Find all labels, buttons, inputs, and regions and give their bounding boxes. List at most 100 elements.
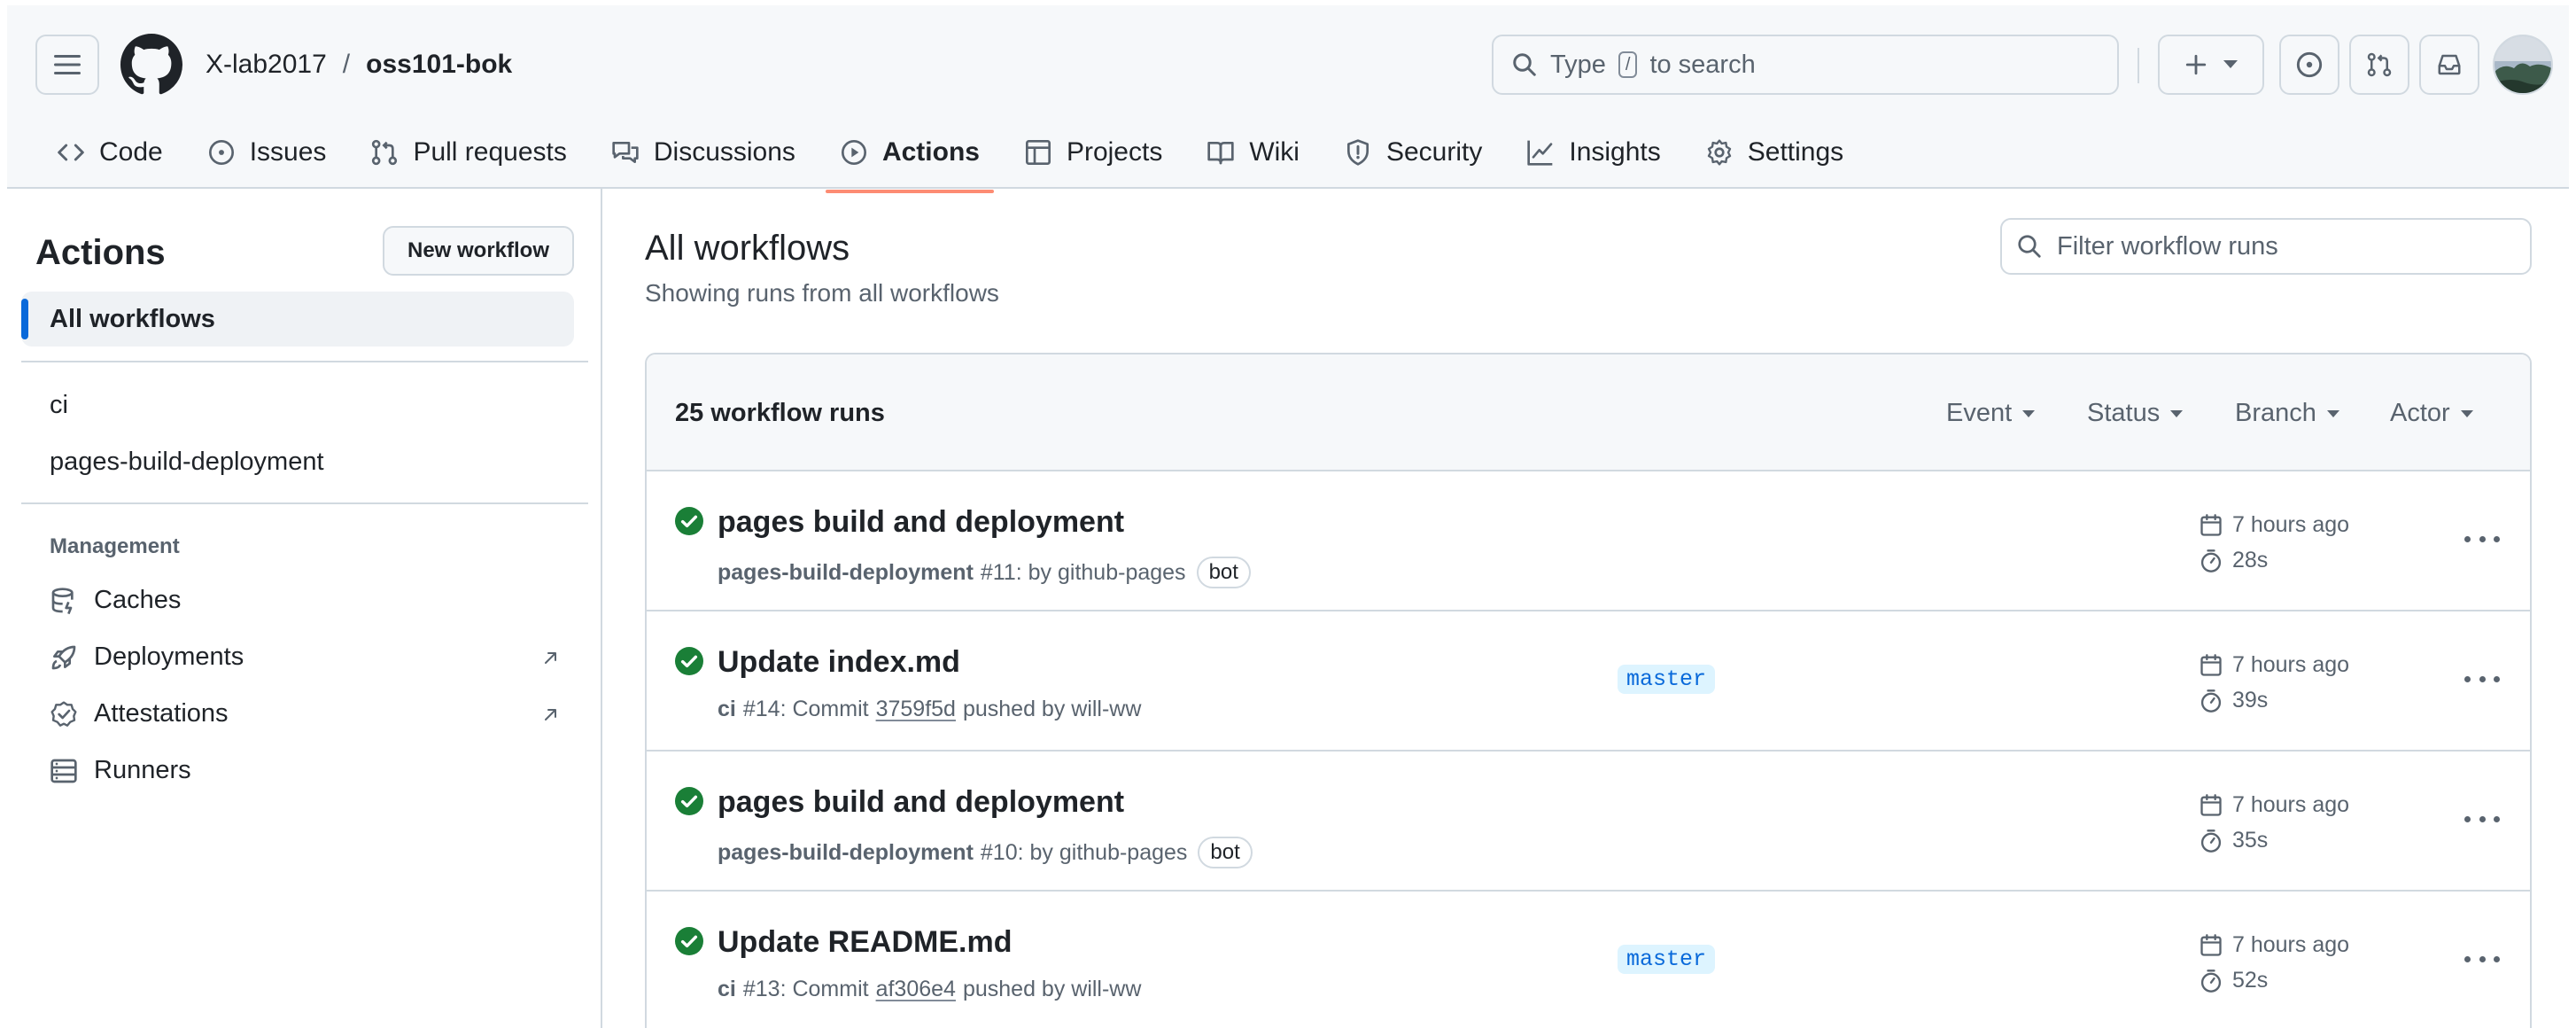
triangle-down-icon	[2022, 409, 2036, 417]
filter-workflow-runs-input[interactable]: Filter workflow runs	[2000, 218, 2532, 275]
sidebar-item-attestations[interactable]: Attestations	[50, 699, 560, 728]
tab-projects[interactable]: Projects	[1010, 129, 1176, 175]
arrow-up-right-icon	[545, 651, 556, 664]
tab-insights-label: Insights	[1569, 137, 1661, 167]
deployments-label: Deployments	[94, 642, 244, 671]
branch-label[interactable]: master	[1618, 665, 1716, 694]
tab-insights[interactable]: Insights	[1512, 129, 1674, 175]
sidebar-divider	[21, 361, 588, 362]
run-detail: #14: Commit	[742, 697, 869, 721]
repo-link[interactable]: oss101-bok	[366, 50, 512, 80]
event-filter-label: Event	[1946, 399, 2013, 427]
runners-label: Runners	[94, 756, 191, 784]
table-row[interactable]: Update README.md ci #13: Commit af306e4 …	[647, 892, 2530, 1028]
run-title[interactable]: pages build and deployment	[718, 785, 1124, 820]
sidebar-item-pages-build-deployment[interactable]: pages-build-deployment	[50, 448, 324, 477]
tab-discussions[interactable]: Discussions	[597, 129, 810, 175]
table-row[interactable]: Update index.md ci #14: Commit 3759f5d p…	[647, 611, 2530, 752]
actions-sidebar: Actions New workflow All workflows ci pa…	[7, 189, 602, 1028]
arrow-up-right-icon	[545, 708, 556, 720]
tab-pull-requests-label: Pull requests	[413, 137, 567, 167]
stopwatch-icon	[2200, 549, 2222, 572]
sidebar-item-all-workflows[interactable]: All workflows	[21, 292, 574, 347]
table-row[interactable]: pages build and deployment pages-build-d…	[647, 471, 2530, 611]
issues-button[interactable]	[2279, 35, 2339, 95]
actor-filter-dropdown[interactable]: Actor	[2390, 399, 2473, 428]
repo-tabs: Code Issues Pull requests Discussions Ac…	[43, 129, 1874, 193]
book-icon	[1207, 142, 1234, 165]
run-meta: ci #14: Commit 3759f5d pushed by will-ww	[718, 697, 1141, 722]
run-duration-value: 35s	[2232, 828, 2269, 853]
menu-button[interactable]	[35, 35, 99, 95]
calendar-icon	[2200, 653, 2222, 676]
tab-code[interactable]: Code	[43, 129, 177, 175]
run-title[interactable]: pages build and deployment	[718, 505, 1124, 540]
branch-label[interactable]: master	[1618, 945, 1716, 974]
search-shortcut-key: /	[1618, 51, 1638, 78]
triangle-down-icon	[2223, 60, 2238, 68]
calendar-icon	[2200, 513, 2222, 536]
create-new-button[interactable]	[2158, 35, 2264, 95]
bot-badge: bot	[1196, 557, 1251, 588]
header-divider	[2138, 48, 2139, 83]
owner-link[interactable]: X-lab2017	[206, 50, 327, 80]
run-time-ago: 7 hours ago	[2232, 652, 2350, 677]
tab-code-label: Code	[99, 137, 163, 167]
run-duration: 28s	[2199, 548, 2268, 573]
triangle-down-icon	[2460, 409, 2473, 417]
workflow-runs-list: 25 workflow runs Event Status Branch Act…	[645, 353, 2532, 1028]
search-input[interactable]: Type / to search	[1492, 35, 2119, 95]
tab-actions[interactable]: Actions	[825, 129, 994, 193]
inbox-button[interactable]	[2419, 35, 2479, 95]
pull-requests-button[interactable]	[2349, 35, 2409, 95]
tab-wiki[interactable]: Wiki	[1192, 129, 1314, 175]
kebab-horizontal-icon[interactable]	[2464, 948, 2500, 970]
table-row[interactable]: pages build and deployment pages-build-d…	[647, 752, 2530, 892]
filter-placeholder: Filter workflow runs	[2057, 231, 2278, 261]
run-pusher: pushed by will-ww	[962, 977, 1142, 1001]
verified-icon	[50, 700, 77, 727]
avatar[interactable]	[2493, 35, 2553, 95]
run-title[interactable]: Update index.md	[718, 645, 960, 680]
sidebar-item-runners[interactable]: Runners	[50, 756, 560, 785]
tab-issues-label: Issues	[249, 137, 327, 167]
calendar-icon	[2200, 933, 2222, 956]
run-time: 7 hours ago	[2199, 932, 2349, 958]
status-filter-dropdown[interactable]: Status	[2087, 399, 2184, 428]
kebab-horizontal-icon[interactable]	[2464, 808, 2500, 829]
calendar-icon	[2200, 793, 2222, 816]
search-prefix: Type	[1550, 50, 1606, 79]
tab-security-label: Security	[1385, 137, 1483, 167]
tab-pull-requests[interactable]: Pull requests	[356, 129, 580, 175]
event-filter-dropdown[interactable]: Event	[1946, 399, 2036, 428]
tab-issues[interactable]: Issues	[193, 129, 341, 175]
issue-opened-icon	[2296, 51, 2323, 78]
global-header: X-lab2017 / oss101-bok Type / to search …	[7, 5, 2569, 193]
hamburger-icon	[54, 55, 81, 74]
commit-sha-link[interactable]: 3759f5d	[876, 697, 956, 722]
branch-filter-dropdown[interactable]: Branch	[2235, 399, 2339, 428]
run-meta: pages-build-deployment #11: by github-pa…	[718, 557, 1251, 588]
tab-settings[interactable]: Settings	[1691, 129, 1858, 175]
tab-security[interactable]: Security	[1330, 129, 1496, 175]
sidebar-item-caches[interactable]: Caches	[50, 586, 560, 615]
run-time: 7 hours ago	[2199, 512, 2349, 538]
sidebar-item-ci[interactable]: ci	[50, 391, 68, 420]
github-logo-icon[interactable]	[120, 34, 182, 96]
kebab-horizontal-icon[interactable]	[2464, 668, 2500, 689]
new-workflow-button[interactable]: New workflow	[383, 226, 574, 276]
gear-icon	[1707, 139, 1731, 166]
tab-projects-label: Projects	[1066, 137, 1163, 167]
runs-list-header: 25 workflow runs Event Status Branch Act…	[647, 354, 2530, 471]
run-workflow-name: ci	[718, 697, 736, 721]
kebab-horizontal-icon[interactable]	[2464, 528, 2500, 549]
status-filter-label: Status	[2087, 399, 2161, 427]
commit-sha-link[interactable]: af306e4	[876, 977, 956, 1002]
run-meta: ci #13: Commit af306e4 pushed by will-ww	[718, 977, 1141, 1002]
run-workflow-name: pages-build-deployment	[718, 839, 974, 865]
shield-icon	[1346, 139, 1369, 166]
run-title[interactable]: Update README.md	[718, 925, 1012, 960]
run-detail: #10: by github-pages	[980, 839, 1188, 865]
sidebar-item-deployments[interactable]: Deployments	[50, 642, 560, 672]
plus-icon	[2185, 54, 2207, 75]
